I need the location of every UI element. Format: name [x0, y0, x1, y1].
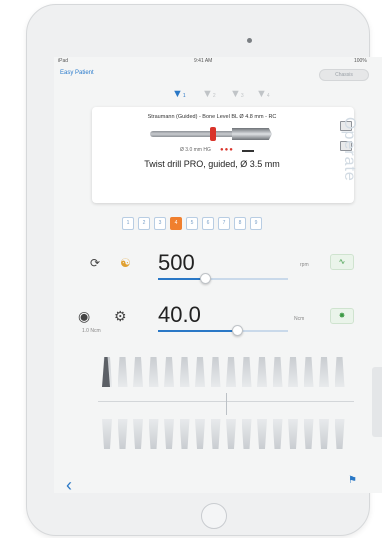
back-link[interactable]: Easy Patient: [60, 70, 94, 76]
back-arrow-icon[interactable]: ‹: [66, 475, 72, 493]
upper-tooth[interactable]: [195, 357, 205, 387]
lower-tooth[interactable]: [148, 419, 159, 449]
app-screen: iPad 9:41 AM 100% Easy Patient Chassis ▼…: [54, 57, 382, 493]
drill-name: Twist drill PRO, guided, Ø 3.5 mm: [144, 159, 280, 169]
speed-unit: rpm: [300, 262, 309, 268]
upper-tooth[interactable]: [210, 357, 221, 387]
upper-tooth[interactable]: [288, 357, 298, 387]
step-4-active[interactable]: 4: [170, 217, 182, 230]
midline-separator: [226, 393, 227, 415]
upper-tooth[interactable]: [133, 357, 143, 387]
step-1[interactable]: 1: [122, 217, 134, 230]
implant-system-title: Straumann (Guided) - Bone Level BL Ø 4.8…: [147, 114, 277, 120]
color-dots: ●●●: [220, 147, 234, 153]
upper-tooth[interactable]: [148, 357, 159, 387]
lower-tooth[interactable]: [117, 419, 128, 449]
lower-tooth[interactable]: [272, 419, 283, 449]
torque-slider-knob[interactable]: [232, 325, 243, 336]
torque-slider-fill: [158, 330, 236, 332]
flag-icon[interactable]: ⚑: [348, 475, 357, 486]
tooth-chart[interactable]: [98, 357, 354, 467]
speed-row: ⟳ ☯ 500 rpm ∿: [54, 242, 382, 284]
implant-position-label: 3: [240, 93, 244, 99]
nav-bar: Easy Patient Chassis: [54, 66, 382, 86]
side-panel-tab[interactable]: [372, 367, 382, 437]
lower-tooth[interactable]: [226, 419, 236, 449]
gear-icon[interactable]: ✸: [330, 308, 354, 324]
lower-tooth[interactable]: [241, 419, 252, 449]
implant-position-label: 2: [212, 93, 216, 99]
gauge-icon[interactable]: ☯: [120, 256, 131, 270]
step-8[interactable]: 8: [234, 217, 246, 230]
step-6[interactable]: 6: [202, 217, 214, 230]
drill-tip: [232, 128, 272, 140]
lower-tooth[interactable]: [102, 419, 112, 449]
rotation-direction-icon[interactable]: ⟳: [90, 256, 100, 270]
lower-tooth[interactable]: [288, 419, 298, 449]
lower-tooth[interactable]: [179, 419, 190, 449]
home-button[interactable]: [201, 503, 227, 529]
time-text: 9:41 AM: [194, 58, 213, 64]
upper-tooth[interactable]: [257, 357, 267, 387]
upper-tooth[interactable]: [164, 357, 174, 387]
carrier-text: iPad: [58, 58, 69, 64]
upper-tooth[interactable]: [272, 357, 283, 387]
implant-position-3[interactable]: ▼3: [230, 88, 244, 100]
drill-card[interactable]: Straumann (Guided) - Bone Level BL Ø 4.8…: [92, 107, 354, 203]
step-2[interactable]: 2: [138, 217, 150, 230]
step-bar: 1 2 3 4 5 6 7 8 9: [122, 217, 332, 230]
motor-icon[interactable]: ◉: [78, 308, 90, 325]
lower-tooth[interactable]: [319, 419, 329, 449]
upper-tooth[interactable]: [241, 357, 252, 387]
upper-tooth[interactable]: [319, 357, 329, 387]
implant-position-4[interactable]: ▼4: [256, 88, 270, 100]
lower-tooth[interactable]: [334, 419, 345, 449]
implant-position-2[interactable]: ▼2: [202, 88, 216, 100]
upper-tooth[interactable]: [226, 357, 236, 387]
lower-tooth[interactable]: [133, 419, 143, 449]
implant-position-label: 1: [182, 93, 186, 99]
lower-tooth[interactable]: [164, 419, 174, 449]
speed-slider-knob[interactable]: [200, 273, 211, 284]
status-bar: iPad 9:41 AM 100%: [54, 57, 382, 66]
step-7[interactable]: 7: [218, 217, 230, 230]
torque-row: ◉ 1.0 Ncm ⚙ 40.0 Ncm ✸: [54, 302, 382, 346]
wrench-icon[interactable]: ⚙: [114, 308, 127, 325]
lower-tooth[interactable]: [210, 419, 221, 449]
torque-sub-label: 1.0 Ncm: [82, 328, 101, 334]
torque-value: 40.0: [158, 302, 201, 327]
implant-position-bar: ▼1 ▼2 ▼3 ▼4: [54, 86, 382, 106]
mode-toggle-label: Chassis: [335, 72, 353, 78]
implant-position-1[interactable]: ▼1: [172, 88, 186, 100]
speed-value: 500: [158, 250, 195, 275]
upper-tooth[interactable]: [334, 357, 345, 387]
camera-dot: [247, 38, 252, 43]
mode-toggle[interactable]: Chassis: [319, 69, 369, 81]
upper-tooth[interactable]: [117, 357, 128, 387]
drill-marker: [210, 127, 216, 141]
step-3[interactable]: 3: [154, 217, 166, 230]
implant-position-label: 4: [266, 93, 270, 99]
wave-mode-button[interactable]: ∿: [330, 254, 354, 270]
lower-tooth[interactable]: [303, 419, 314, 449]
operate-vertical-label: Operate: [341, 117, 358, 182]
length-dash: [242, 150, 254, 152]
battery-text: 100%: [354, 58, 367, 64]
step-5[interactable]: 5: [186, 217, 198, 230]
lower-tooth[interactable]: [257, 419, 267, 449]
lower-tooth[interactable]: [195, 419, 205, 449]
upper-tooth[interactable]: [303, 357, 314, 387]
speed-slider-fill: [158, 278, 204, 280]
torque-unit: Ncm: [294, 316, 305, 322]
upper-tooth[interactable]: [179, 357, 190, 387]
step-9[interactable]: 9: [250, 217, 262, 230]
drill-spec-text: Ø 3.0 mm HG: [180, 147, 211, 153]
